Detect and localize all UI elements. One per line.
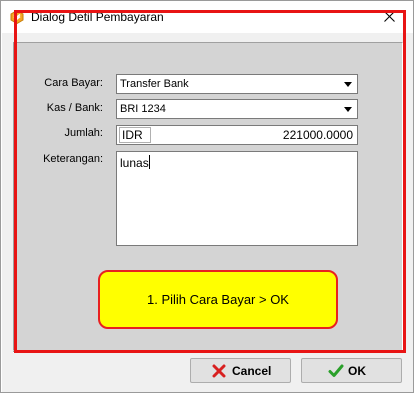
cancel-button[interactable]: Cancel — [190, 358, 291, 383]
chevron-down-icon[interactable] — [344, 107, 352, 112]
checkmark-icon — [328, 364, 344, 377]
currency-badge: IDR — [119, 127, 151, 143]
ok-button-label: OK — [348, 364, 366, 378]
notes-value: lunas — [120, 156, 149, 170]
close-icon — [384, 11, 395, 22]
payment-method-value: Transfer Bank — [120, 78, 189, 90]
amount-input[interactable]: IDR 221000.0000 — [116, 125, 358, 145]
payment-method-label: Cara Bayar: — [44, 77, 103, 89]
title-bar[interactable]: Dialog Detil Pembayaran — [1, 1, 413, 33]
instruction-callout: 1. Pilih Cara Bayar > OK — [98, 270, 338, 329]
text-caret — [149, 155, 150, 169]
dialog-window: Dialog Detil Pembayaran Cara Bayar: Tran… — [0, 0, 414, 393]
cash-bank-value: BRI 1234 — [120, 103, 166, 115]
close-button[interactable] — [367, 2, 413, 32]
app-logo-icon — [10, 10, 24, 24]
x-mark-icon — [212, 364, 226, 378]
cancel-button-label: Cancel — [232, 364, 272, 378]
amount-label: Jumlah: — [64, 127, 103, 139]
window-title: Dialog Detil Pembayaran — [31, 10, 164, 24]
notes-label: Keterangan: — [43, 153, 103, 165]
ok-button[interactable]: OK — [301, 358, 402, 383]
cash-bank-select[interactable]: BRI 1234 — [116, 99, 358, 119]
cash-bank-label: Kas / Bank: — [46, 102, 103, 114]
chevron-down-icon[interactable] — [344, 82, 352, 87]
notes-textarea[interactable]: lunas — [116, 151, 358, 246]
footer-separator — [13, 351, 403, 353]
payment-method-select[interactable]: Transfer Bank — [116, 74, 358, 94]
amount-value: 221000.0000 — [282, 128, 353, 142]
